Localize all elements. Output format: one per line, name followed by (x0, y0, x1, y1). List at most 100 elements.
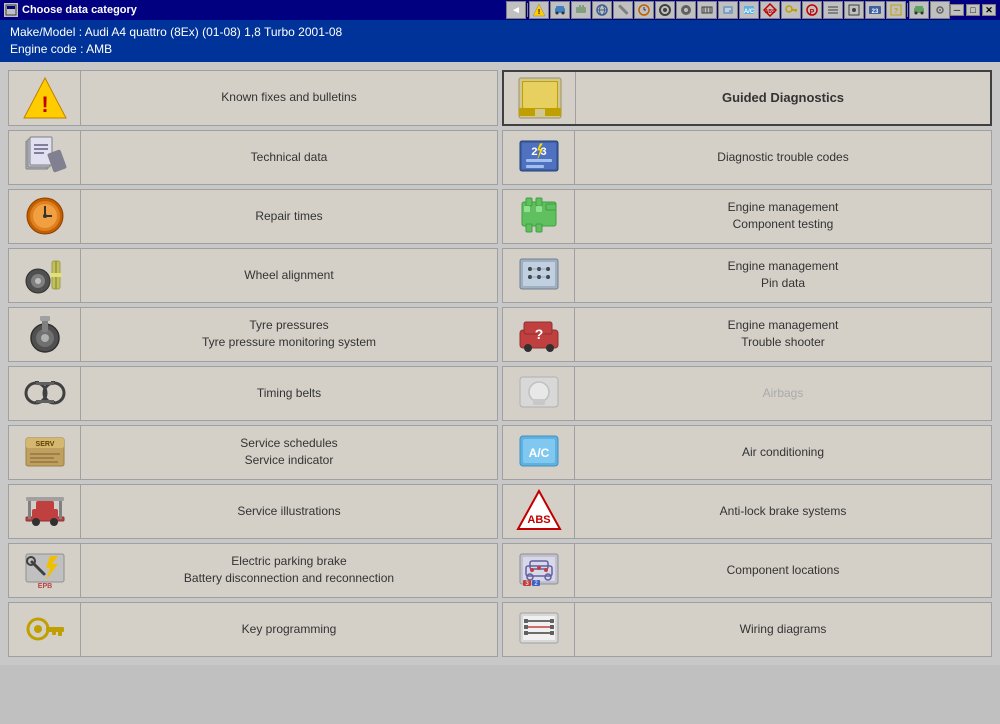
tb-key[interactable] (781, 1, 801, 19)
timing-belts-icon (9, 367, 81, 420)
tb-ac[interactable]: A/C (739, 1, 759, 19)
wiring-diagrams-icon (503, 603, 575, 656)
engine-component-icon (503, 190, 575, 243)
diagnostic-codes-icon: 2 3 (503, 131, 575, 184)
electric-parking-label: Electric parking brakeBattery disconnect… (81, 544, 497, 597)
tb-dtc[interactable]: 23 (865, 1, 885, 19)
tb-epb[interactable]: P (802, 1, 822, 19)
window-icon (4, 3, 18, 17)
diagnostic-codes-item[interactable]: 2 3 Diagnostic trouble codes (502, 130, 992, 185)
engine-code-label: Engine code (10, 42, 77, 56)
svg-text:?: ? (894, 8, 898, 15)
wheel-alignment-item[interactable]: Wheel alignment (8, 248, 498, 303)
main-content: ! Known fixes and bulletins Guided Diagn… (0, 62, 1000, 665)
tb-clock[interactable] (634, 1, 654, 19)
technical-data-item[interactable]: Technical data (8, 130, 498, 185)
maximize-button[interactable]: □ (966, 4, 980, 16)
repair-times-item[interactable]: Repair times (8, 189, 498, 244)
electric-parking-item[interactable]: EPB Electric parking brakeBattery discon… (8, 543, 498, 598)
key-programming-label: Key programming (81, 603, 497, 656)
wiring-diagrams-label: Wiring diagrams (575, 603, 991, 656)
electric-parking-icon: EPB (9, 544, 81, 597)
tb-car[interactable] (550, 1, 570, 19)
air-conditioning-item[interactable]: A/C Air conditioning (502, 425, 992, 480)
close-button[interactable]: ✕ (982, 4, 996, 16)
engine-pin-item[interactable]: Engine managementPin data (502, 248, 992, 303)
service-illustrations-label: Service illustrations (81, 485, 497, 538)
technical-data-icon (9, 131, 81, 184)
svg-text:A/C: A/C (744, 9, 755, 15)
svg-text:A/C: A/C (528, 446, 549, 460)
vehicle-info: Make/Model : Audi A4 quattro (8Ex) (01-0… (0, 20, 1000, 62)
component-locations-icon: 3 2 (503, 544, 575, 597)
engine-component-item[interactable]: Engine managementComponent testing (502, 189, 992, 244)
tb-wrench[interactable] (613, 1, 633, 19)
svg-text:ABS: ABS (527, 514, 550, 526)
tb-comp[interactable] (844, 1, 864, 19)
engine-pin-label: Engine managementPin data (575, 249, 991, 302)
engine-component-label: Engine managementComponent testing (575, 190, 991, 243)
repair-times-icon (9, 190, 81, 243)
technical-data-label: Technical data (81, 131, 497, 184)
svg-text:!: ! (538, 9, 540, 16)
title-bar: Choose data category ◄ ! (0, 0, 1000, 20)
svg-text:ABS: ABS (765, 9, 776, 15)
svg-text:?: ? (534, 326, 543, 342)
timing-belts-item[interactable]: Timing belts (8, 366, 498, 421)
tb-warn[interactable]: ! (529, 1, 549, 19)
svg-text:EPB: EPB (37, 583, 51, 590)
engine-trouble-label: Engine managementTrouble shooter (575, 308, 991, 361)
tb-globe[interactable] (592, 1, 612, 19)
tb-engine[interactable] (571, 1, 591, 19)
tyre-pressures-icon (9, 308, 81, 361)
known-fixes-icon: ! (9, 71, 81, 125)
tb-service[interactable] (718, 1, 738, 19)
tb-wiring[interactable] (823, 1, 843, 19)
tb-abs[interactable]: ABS (760, 1, 780, 19)
timing-belts-label: Timing belts (81, 367, 497, 420)
repair-times-label: Repair times (81, 190, 497, 243)
air-conditioning-icon: A/C (503, 426, 575, 479)
svg-text:23: 23 (872, 9, 879, 15)
service-schedules-icon: SERV (9, 426, 81, 479)
toolbar-back[interactable]: ◄ (506, 1, 526, 19)
diagnostic-codes-label: Diagnostic trouble codes (575, 131, 991, 184)
airbags-label: Airbags (575, 367, 991, 420)
airbags-item[interactable]: Airbags (502, 366, 992, 421)
tb-tyre[interactable] (676, 1, 696, 19)
wheel-alignment-icon (9, 249, 81, 302)
engine-pin-icon (503, 249, 575, 302)
svg-text:P: P (810, 9, 815, 16)
airbags-icon (503, 367, 575, 420)
known-fixes-label: Known fixes and bulletins (81, 71, 497, 125)
service-illustrations-item[interactable]: Service illustrations (8, 484, 498, 539)
anti-lock-item[interactable]: ABS Anti-lock brake systems (502, 484, 992, 539)
tyre-pressures-label: Tyre pressuresTyre pressure monitoring s… (81, 308, 497, 361)
tb-timing[interactable] (697, 1, 717, 19)
guided-diagnostics-item[interactable]: Guided Diagnostics (502, 70, 992, 126)
tb-settings[interactable] (930, 1, 950, 19)
key-programming-icon (9, 603, 81, 656)
make-model-value: : Audi A4 quattro (8Ex) (01-08) 1,8 Turb… (79, 25, 343, 39)
key-programming-item[interactable]: Key programming (8, 602, 498, 657)
service-schedules-label: Service schedulesService indicator (81, 426, 497, 479)
category-grid: ! Known fixes and bulletins Guided Diagn… (8, 70, 992, 657)
minimize-button[interactable]: ─ (950, 4, 964, 16)
tyre-pressures-item[interactable]: Tyre pressuresTyre pressure monitoring s… (8, 307, 498, 362)
tb-wheel[interactable] (655, 1, 675, 19)
svg-text:SERV: SERV (35, 441, 54, 448)
wiring-diagrams-item[interactable]: Wiring diagrams (502, 602, 992, 657)
wheel-alignment-label: Wheel alignment (81, 249, 497, 302)
svg-text:!: ! (41, 92, 48, 117)
known-fixes-item[interactable]: ! Known fixes and bulletins (8, 70, 498, 126)
tb-car2[interactable] (909, 1, 929, 19)
component-locations-item[interactable]: 3 2 Component locations (502, 543, 992, 598)
engine-trouble-icon: ? (503, 308, 575, 361)
window-title: Choose data category (22, 4, 137, 16)
air-conditioning-label: Air conditioning (575, 426, 991, 479)
tb-guided[interactable]: ? (886, 1, 906, 19)
guided-diagnostics-label: Guided Diagnostics (576, 72, 990, 124)
engine-code-value: : AMB (80, 42, 112, 56)
service-schedules-item[interactable]: SERV Service schedulesService indicator (8, 425, 498, 480)
engine-trouble-item[interactable]: ? Engine managementTrouble shooter (502, 307, 992, 362)
